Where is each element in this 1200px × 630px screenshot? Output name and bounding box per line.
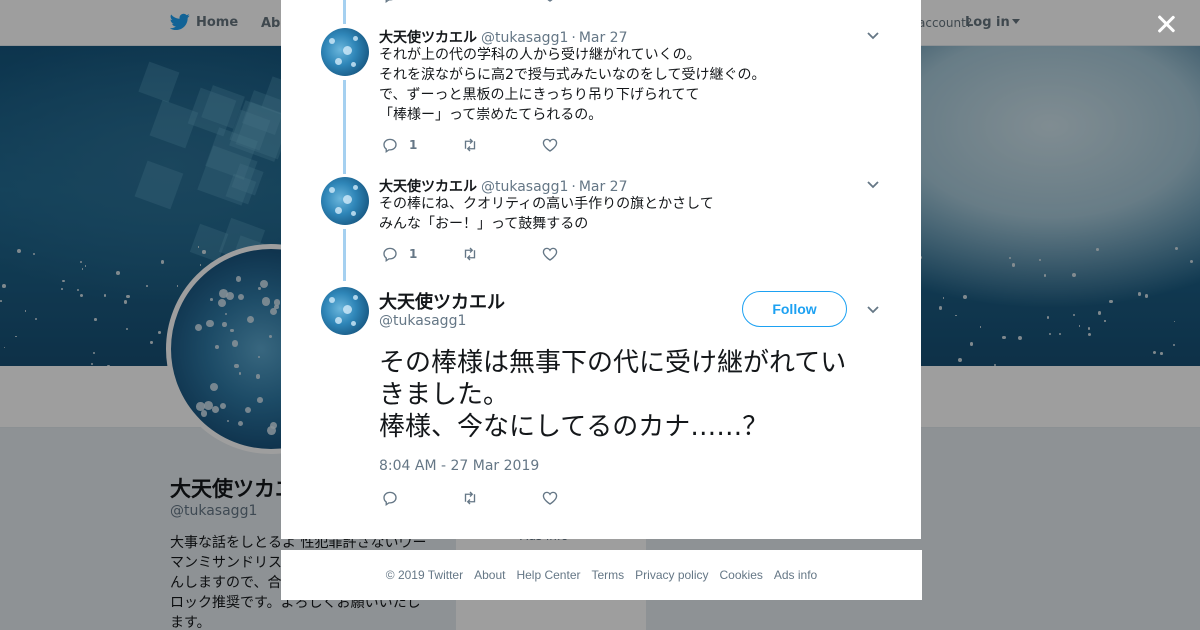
main-tweet-text-line: きました。	[379, 380, 510, 410]
tweet-text-line: で、ずーっと黒板の上にきっちり吊り下げられてて	[379, 87, 700, 103]
footer-link-ads-info[interactable]: Ads info	[774, 568, 817, 582]
heart-icon	[542, 138, 558, 152]
main-tweet-text: その棒様は無事下の代に受け継がれてい きました。 棒様、今なにしてるのカナ……？	[379, 347, 899, 443]
tweet-author-name[interactable]: 大天使ツカエル	[379, 179, 477, 195]
like-action[interactable]	[541, 489, 559, 507]
tweet-avatar[interactable]	[321, 177, 369, 225]
retweet-icon	[464, 247, 476, 261]
chevron-down-icon[interactable]	[866, 305, 880, 315]
tweet-separator: ·	[571, 30, 576, 46]
reply-icon	[383, 138, 397, 154]
retweet-icon	[464, 138, 476, 152]
footer-link-about[interactable]: About	[474, 568, 505, 582]
like-action[interactable]	[541, 245, 559, 263]
tweet-header: 大天使ツカエル @tukasagg1 · Mar 27	[379, 27, 628, 47]
footer-link-help-center[interactable]: Help Center	[516, 568, 580, 582]
tweet-header: 大天使ツカエル @tukasagg1 · Mar 27	[379, 176, 628, 196]
retweet-action[interactable]	[461, 245, 479, 263]
footer-link-cookies[interactable]: Cookies	[720, 568, 763, 582]
reply-icon	[383, 247, 397, 263]
reply-count: 1	[409, 247, 418, 261]
heart-icon	[547, 0, 553, 2]
tweet-text-line: それを涙ながらに高2で授与式みたいなのをして受け継ぐの。	[379, 67, 766, 83]
like-action[interactable]	[541, 0, 559, 4]
tweet-separator: ·	[571, 179, 576, 195]
tweet-text: その棒にね、クオリティの高い手作りの旗とかさして みんな「おー！」って鼓舞するの	[379, 194, 714, 234]
reply-action[interactable]: 1	[381, 245, 417, 263]
footer-copyright[interactable]: © 2019 Twitter	[386, 568, 463, 582]
thread-connector	[343, 0, 346, 24]
main-tweet-text-line: 棒様、今なにしてるのカナ……？	[379, 412, 769, 442]
follow-button[interactable]: Follow	[742, 291, 847, 327]
tweet-text-line: その棒にね、クオリティの高い手作りの旗とかさして	[379, 196, 714, 212]
reply-action[interactable]	[381, 489, 399, 507]
chevron-down-icon[interactable]	[866, 31, 880, 41]
tweet-author-handle[interactable]: @tukasagg1	[481, 30, 568, 46]
reply-action[interactable]: 1	[381, 136, 417, 154]
tweet-avatar[interactable]	[321, 287, 369, 335]
tweet-permalink-modal: 大天使ツカエル @tukasagg1 · Mar 27 それが上の代の学科の人から受け…	[281, 0, 921, 539]
reply-count: 1	[409, 138, 418, 152]
retweet-icon	[464, 491, 476, 505]
thread-connector	[343, 80, 346, 174]
tweet-date[interactable]: Mar 27	[579, 30, 628, 46]
like-action[interactable]	[541, 136, 559, 154]
footer-link-privacy[interactable]: Privacy policy	[635, 568, 708, 582]
main-tweet-author-handle[interactable]: @tukasagg1	[379, 313, 466, 329]
reply-icon	[383, 491, 397, 507]
tweet-author-name[interactable]: 大天使ツカエル	[379, 30, 477, 46]
chevron-down-icon[interactable]	[866, 180, 880, 190]
reply-icon	[385, 0, 393, 4]
heart-icon	[542, 247, 558, 261]
thread-connector	[343, 229, 346, 281]
footer-link-terms[interactable]: Terms	[591, 568, 624, 582]
heart-icon	[542, 491, 558, 505]
main-tweet-timestamp[interactable]: 8:04 AM - 27 Mar 2019	[379, 458, 539, 474]
tweet-author-handle[interactable]: @tukasagg1	[481, 179, 568, 195]
tweet-text-line: 「棒様ー」って崇めたてられるの。	[379, 107, 603, 123]
retweet-action[interactable]	[461, 136, 479, 154]
tweet-text-line: それが上の代の学科の人から受け継がれていくの。	[379, 47, 701, 63]
close-icon[interactable]	[1152, 10, 1180, 38]
main-tweet-author-name[interactable]: 大天使ツカエル	[379, 288, 505, 314]
retweet-action[interactable]	[461, 489, 479, 507]
tweet-date[interactable]: Mar 27	[579, 179, 628, 195]
main-tweet-text-line: その棒様は無事下の代に受け継がれてい	[379, 348, 847, 378]
tweet-avatar[interactable]	[321, 28, 369, 76]
tweet-text: それが上の代の学科の人から受け継がれていくの。 それを涙ながらに高2で授与式みた…	[379, 45, 766, 125]
modal-footer: © 2019 Twitter About Help Center Terms P…	[281, 550, 922, 600]
tweet-text-line: みんな「おー！」って鼓舞するの	[379, 216, 589, 232]
reply-action[interactable]	[381, 0, 399, 4]
